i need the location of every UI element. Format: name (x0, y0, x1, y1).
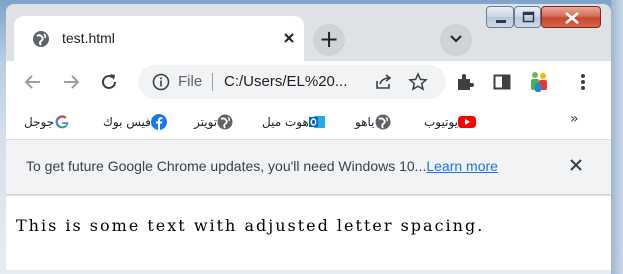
bookmark-label: فيس بوك (103, 115, 151, 129)
browser-window: test.html + File C:/Users/EL%20... جوجل … (6, 4, 611, 270)
desktop-edge (611, 0, 623, 274)
google-icon (54, 114, 70, 130)
bookmarks-overflow-button[interactable]: » (570, 111, 579, 127)
tab-active[interactable]: test.html (14, 16, 304, 61)
menu-icon[interactable] (572, 71, 594, 93)
window-close-button[interactable] (541, 6, 601, 28)
bookmark-youtube[interactable]: يوتيوب (424, 112, 482, 132)
bookmark-label: ياهو (355, 115, 375, 129)
bookmark-label: هوت ميل (262, 115, 309, 129)
bookmark-yahoo[interactable]: ياهو (355, 112, 397, 132)
side-panel-icon[interactable] (491, 71, 513, 93)
star-icon[interactable] (408, 72, 428, 96)
minimize-button[interactable] (486, 6, 514, 28)
globe-icon (32, 30, 50, 48)
bookmarks-bar: جوجل فيس بوك تويتر هوت ميل ياهو يوتيوب » (6, 103, 611, 139)
url-text[interactable]: C:/Users/EL%20... (224, 73, 347, 90)
bookmark-label: تويتر (194, 115, 218, 129)
infobar-message: To get future Google Chrome updates, you… (26, 158, 498, 174)
chevron-down-icon (450, 35, 462, 43)
maximize-button[interactable] (514, 6, 541, 28)
learn-more-link[interactable]: Learn more (426, 158, 498, 174)
forward-icon[interactable] (60, 71, 82, 93)
address-bar[interactable]: File C:/Users/EL%20... (138, 65, 446, 99)
update-infobar: To get future Google Chrome updates, you… (6, 140, 611, 194)
tab-close-icon[interactable] (280, 29, 298, 47)
window-controls (486, 6, 611, 28)
infobar-message-text: To get future Google Chrome updates, you… (26, 158, 427, 174)
profile-icon[interactable] (526, 69, 552, 95)
browser-toolbar: File C:/Users/EL%20... (6, 61, 611, 103)
close-icon[interactable] (566, 155, 586, 175)
extensions-icon[interactable] (454, 71, 476, 93)
bookmark-hotmail[interactable]: هوت ميل (262, 112, 331, 132)
plus-icon: + (318, 25, 340, 53)
bookmark-google[interactable]: جوجل (24, 112, 76, 132)
tab-title: test.html (62, 30, 115, 46)
outlook-icon (308, 114, 325, 130)
bookmark-label: يوتيوب (424, 115, 458, 129)
omnibox-separator (212, 73, 213, 91)
youtube-icon (458, 114, 476, 130)
tab-strip: test.html + (6, 4, 611, 61)
bookmark-facebook[interactable]: فيس بوك (103, 112, 173, 132)
facebook-icon (150, 114, 167, 130)
back-icon[interactable] (22, 71, 44, 93)
minimize-icon (496, 20, 506, 23)
reload-icon[interactable] (98, 71, 120, 93)
bookmark-label: جوجل (24, 115, 55, 129)
maximize-icon (522, 11, 535, 23)
new-tab-button[interactable]: + (313, 24, 345, 56)
close-icon (565, 12, 579, 24)
globe-icon (217, 114, 233, 130)
bookmark-twitter[interactable]: تويتر (194, 112, 239, 132)
info-icon[interactable] (152, 73, 170, 95)
file-scheme-label: File (178, 73, 203, 90)
page-text: This is some text with adjusted letter s… (16, 216, 485, 235)
share-icon[interactable] (374, 73, 394, 95)
globe-icon (375, 114, 391, 130)
page-content: This is some text with adjusted letter s… (6, 196, 611, 270)
tab-search-button[interactable] (440, 24, 472, 56)
